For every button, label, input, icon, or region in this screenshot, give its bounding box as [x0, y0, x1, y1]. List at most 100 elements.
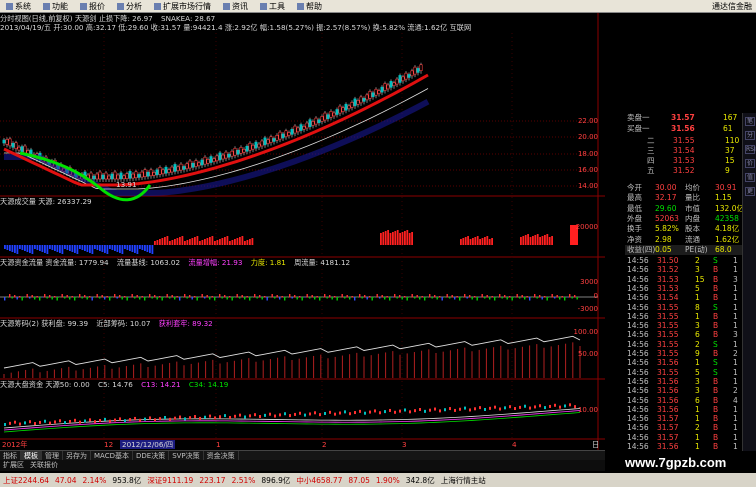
level-name: 二	[647, 136, 655, 145]
market-candle	[429, 408, 431, 412]
flow-bar	[359, 294, 361, 298]
sub-tab[interactable]: 扩展区	[0, 460, 27, 471]
volume-bar	[61, 245, 64, 254]
flow-bar	[251, 297, 253, 298]
volume-bar	[460, 239, 462, 245]
flow-bar	[559, 297, 561, 300]
side-button[interactable]: RSI	[745, 145, 756, 154]
flow-bar	[79, 294, 81, 298]
volume-bar	[396, 230, 399, 245]
candle-body	[182, 166, 186, 170]
market-candle	[334, 412, 336, 416]
market-candle	[44, 419, 46, 423]
menu-item-label: 资讯	[232, 1, 248, 11]
candle-body	[209, 156, 213, 163]
candle-body	[410, 70, 414, 77]
candle-body	[374, 88, 378, 96]
stat-label: 外盘	[627, 213, 642, 223]
flow-bar	[139, 297, 141, 300]
candle-body	[227, 153, 231, 158]
candle-body	[95, 173, 99, 180]
level-row: 五 31.52 9	[625, 166, 742, 176]
flow-bar	[561, 296, 563, 298]
volume-bar	[194, 237, 196, 245]
volume-bar	[401, 232, 404, 245]
flow-bar	[401, 297, 403, 300]
snake-value: SNAKEA: 28.67	[161, 14, 216, 23]
flow-bar	[326, 297, 328, 299]
market-candle	[109, 419, 111, 423]
flow-bar	[489, 297, 491, 300]
candle-body	[248, 142, 252, 151]
volume-bar	[159, 239, 161, 245]
capital-tick: 0	[593, 292, 598, 300]
flow-bar	[224, 295, 226, 298]
candle-body	[17, 146, 21, 151]
indicator-tab[interactable]: 资金决策	[204, 451, 239, 460]
stat-label: 市值	[685, 203, 700, 213]
indicator-tab[interactable]: DDE决策	[133, 451, 170, 460]
flow-bar	[416, 295, 418, 298]
side-button[interactable]: 值	[745, 173, 755, 182]
indicator-tab[interactable]: SVP决策	[169, 451, 204, 460]
volume-bar	[51, 245, 54, 250]
menu-item[interactable]: 功能	[37, 1, 74, 12]
volume-bar	[4, 245, 6, 249]
candle-body	[407, 74, 411, 78]
flow-bar	[554, 297, 556, 299]
market-candle	[89, 418, 91, 422]
menu-item[interactable]: 扩展市场行情	[148, 1, 217, 12]
market-candle	[434, 407, 436, 411]
volume-bar	[164, 237, 166, 245]
flow-bar	[364, 295, 366, 298]
market-c13: C13: 14.21	[141, 380, 181, 389]
side-button[interactable]: 分	[745, 131, 755, 140]
volume-bar	[546, 234, 549, 245]
chart-area[interactable]: 分时视图(日线,前复权) 天源剑 止损下降: 26.97 SNAKEA: 28.…	[0, 13, 605, 450]
volume-bar	[199, 241, 201, 245]
flow-bar	[349, 297, 351, 300]
flow-bar	[81, 297, 83, 299]
candle-body	[242, 148, 246, 153]
volume-bar	[129, 245, 131, 251]
volume-bar	[181, 236, 184, 245]
volume-bar	[467, 236, 469, 245]
flow-bar	[41, 297, 43, 298]
volume-bar	[236, 238, 239, 245]
menu-item[interactable]: 资讯	[217, 1, 254, 12]
candle-body	[11, 142, 15, 148]
quote-panel: 卖盘一 31.57 167 买盘一 31.56 61 二 31.55 110 三 31.54 37 四 3…	[625, 113, 744, 451]
kline-title-line: 分时视图(日线,前复权) 天源剑 止损下降: 26.97 SNAKEA: 28.…	[0, 14, 215, 23]
indicator-tab[interactable]: MACD基本	[91, 451, 133, 460]
flow-bar	[226, 297, 228, 300]
side-button[interactable]: 更	[745, 187, 755, 196]
market-candle	[494, 405, 496, 409]
flow-bar	[71, 296, 73, 298]
sub-tab[interactable]: 关联报价	[27, 460, 61, 471]
volume-bar	[106, 245, 109, 254]
menu-item[interactable]: 系统	[0, 1, 37, 12]
menu-item[interactable]: 分析	[111, 1, 148, 12]
indicator-tab[interactable]: 另存为	[63, 451, 91, 460]
flow-bar	[174, 297, 176, 300]
side-button[interactable]: 笔	[745, 117, 755, 126]
candle-body	[5, 139, 9, 145]
volume-bar	[74, 245, 76, 253]
menu-item[interactable]: 工具	[254, 1, 291, 12]
market-candle	[14, 420, 16, 424]
indicator-tab[interactable]: 指标	[0, 451, 21, 460]
flow-bar	[469, 295, 471, 298]
indicator-tab[interactable]: 管理	[42, 451, 63, 460]
stat-row: 换手 5.82% 股本 4.18亿	[625, 224, 742, 234]
menu-item[interactable]: 报价	[74, 1, 111, 12]
candle-body	[107, 175, 111, 180]
menu-item[interactable]: 帮助	[291, 1, 328, 12]
market-candle	[4, 423, 6, 426]
side-button[interactable]: 价	[745, 159, 755, 168]
flow-bar	[394, 294, 396, 298]
flow-bar	[134, 297, 136, 299]
indicator-tab[interactable]: 模板	[21, 451, 42, 460]
flow-bar	[66, 295, 68, 298]
volume-bar	[9, 245, 11, 251]
candle-body	[146, 171, 150, 177]
